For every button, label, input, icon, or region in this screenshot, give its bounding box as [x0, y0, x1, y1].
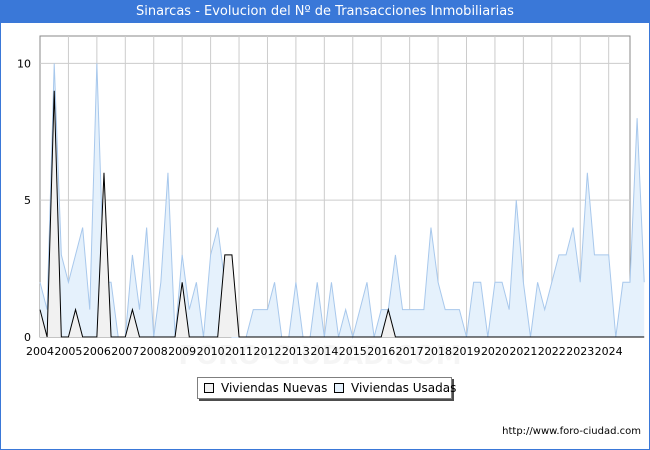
x-tick-label: 2023	[566, 345, 594, 358]
x-tick-label: 2010	[197, 345, 225, 358]
legend-label-nuevas: Viviendas Nuevas	[221, 381, 328, 395]
x-tick-label: 2017	[396, 345, 424, 358]
x-tick-label: 2011	[225, 345, 253, 358]
x-tick-label: 2020	[481, 345, 509, 358]
x-tick-label: 2006	[83, 345, 111, 358]
x-tick-label: 2014	[310, 345, 338, 358]
grid	[39, 35, 631, 338]
x-tick-label: 2021	[509, 345, 537, 358]
legend: Viviendas Nuevas Viviendas Usadas	[197, 377, 456, 399]
legend-swatch-usadas	[334, 383, 344, 393]
x-tick-label: 2007	[111, 345, 139, 358]
x-tick-label: 2018	[424, 345, 452, 358]
x-tick-label: 2016	[367, 345, 395, 358]
x-tick-label: 2022	[538, 345, 566, 358]
y-tick-label: 10	[17, 57, 31, 70]
x-tick-label: 2004	[26, 345, 54, 358]
y-tick-label: 0	[24, 331, 31, 344]
footer-url: http://www.foro-ciudad.com	[502, 426, 641, 437]
x-tick-label: 2013	[282, 345, 310, 358]
legend-swatch-nuevas	[204, 383, 214, 393]
x-tick-label: 2019	[453, 345, 481, 358]
plot-area	[39, 35, 631, 338]
legend-label-usadas: Viviendas Usadas	[351, 381, 457, 395]
x-tick-label: 2024	[595, 345, 623, 358]
x-tick-label: 2012	[253, 345, 281, 358]
y-tick-label: 5	[24, 194, 31, 207]
x-tick-label: 2009	[168, 345, 196, 358]
x-tick-label: 2008	[140, 345, 168, 358]
x-tick-label: 2005	[54, 345, 82, 358]
x-tick-label: 2015	[339, 345, 367, 358]
